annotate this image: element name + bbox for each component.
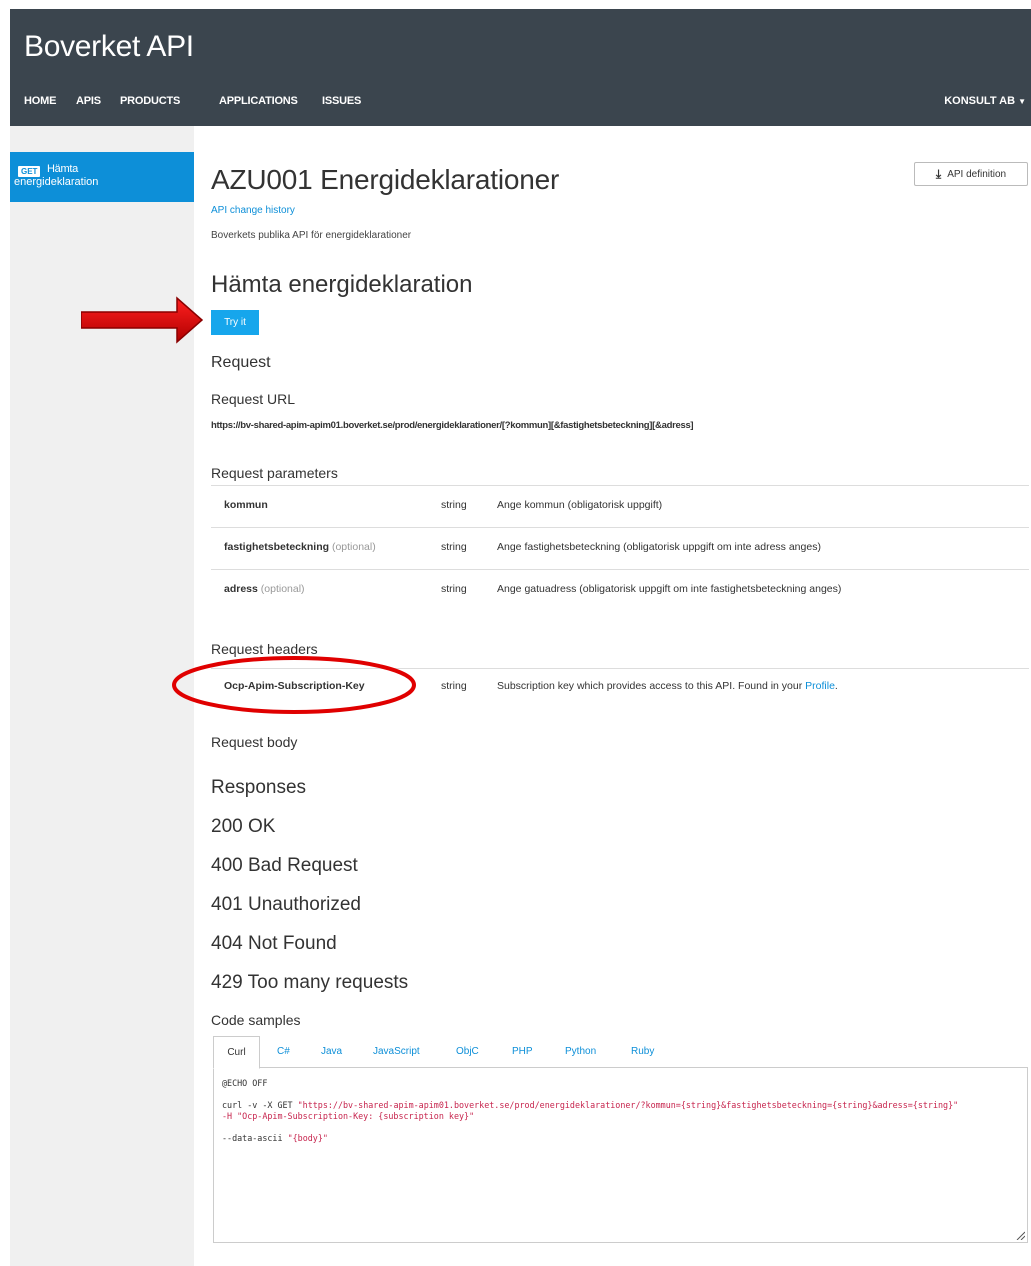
code-header-line: -H "Ocp-Apim-Subscription-Key: {subscrip… (222, 1111, 475, 1121)
code-url-string: "https://bv-shared-apim-apim01.boverket.… (297, 1100, 959, 1110)
header-description-text: Subscription key which provides access t… (497, 680, 806, 692)
nav-issues[interactable]: ISSUES (322, 95, 361, 107)
table-row: fastighetsbeteckning (optional) string A… (211, 527, 1029, 569)
table-row: adress (optional) string Ange gatuadress… (211, 569, 1029, 611)
code-sample-textarea[interactable]: @ECHO OFF curl -v -X GET "https://bv-sha… (213, 1067, 1028, 1243)
param-description: Ange gatuadress (obligatorisk uppgift om… (497, 583, 842, 595)
top-header: Boverket API HOME APIS PRODUCTS APPLICAT… (10, 9, 1031, 126)
tab-python[interactable]: Python (565, 1046, 596, 1057)
request-body-heading: Request body (211, 734, 298, 750)
annotation-arrow-icon (81, 296, 203, 344)
code-sample-tabs: Curl C# Java JavaScript ObjC PHP Python … (211, 1036, 1028, 1069)
code-line-echo: @ECHO OFF (222, 1078, 268, 1088)
param-description: Ange kommun (obligatorisk uppgift) (497, 499, 663, 511)
param-type: string (441, 541, 467, 553)
nav-applications[interactable]: APPLICATIONS (219, 95, 298, 107)
sidebar-item-label-line2: energideklaration (14, 176, 99, 188)
param-description: Ange fastighetsbeteckning (obligatorisk … (497, 541, 821, 553)
api-definition-label: API definition (947, 168, 1007, 180)
tab-curl[interactable]: Curl (213, 1036, 260, 1069)
param-type: string (441, 583, 467, 595)
response-429[interactable]: 429 Too many requests (211, 972, 408, 994)
tab-ruby[interactable]: Ruby (631, 1046, 654, 1057)
param-optional: (optional) (331, 541, 376, 553)
nav-home[interactable]: HOME (24, 95, 56, 107)
nav-products[interactable]: PRODUCTS (120, 95, 180, 107)
request-url-heading: Request URL (211, 391, 296, 407)
annotation-ellipse-icon (172, 656, 416, 714)
param-name-text: kommun (224, 499, 268, 511)
header-type: string (441, 680, 467, 692)
tab-java[interactable]: Java (321, 1046, 342, 1057)
request-parameters-table: kommun string Ange kommun (obligatorisk … (211, 485, 1029, 611)
param-type: string (441, 499, 467, 511)
table-row: kommun string Ange kommun (obligatorisk … (211, 485, 1029, 527)
param-name: kommun (224, 499, 268, 511)
param-name-text: fastighetsbeteckning (224, 541, 330, 553)
request-parameters-heading: Request parameters (211, 465, 338, 481)
api-title: AZU001 Energideklarationer (211, 164, 560, 195)
user-menu[interactable]: KONSULT AB ▼ (944, 95, 1026, 107)
param-optional: (optional) (260, 583, 305, 595)
download-icon: ⤓ (935, 166, 942, 181)
response-400[interactable]: 400 Bad Request (211, 855, 358, 877)
api-change-history-link[interactable]: API change history (211, 205, 295, 216)
resize-grip-icon[interactable] (1015, 1230, 1025, 1240)
api-description: Boverkets publika API för energideklarat… (211, 230, 412, 241)
param-name: adress (optional) (224, 583, 305, 595)
header-description-suffix: . (834, 680, 838, 692)
sidebar-item-label-line1: Hämta (47, 163, 78, 175)
tab-php[interactable]: PHP (512, 1046, 533, 1057)
code-curl-command: curl -v -X GET (222, 1100, 298, 1110)
tab-objc[interactable]: ObjC (456, 1046, 479, 1057)
tab-csharp[interactable]: C# (277, 1046, 290, 1057)
code-body-string: "{body}" (287, 1133, 328, 1143)
param-name-text: adress (224, 583, 258, 595)
code-samples-heading: Code samples (211, 1012, 301, 1028)
sidebar-item-hamta-energideklaration[interactable]: GET Hämta energideklaration (10, 152, 194, 202)
response-404[interactable]: 404 Not Found (211, 933, 337, 955)
main-nav: HOME APIS PRODUCTS APPLICATIONS ISSUES K… (10, 95, 1031, 115)
tab-javascript[interactable]: JavaScript (373, 1046, 420, 1057)
sidebar-item-label: Hämta (47, 162, 187, 176)
user-menu-label: KONSULT AB (944, 95, 1016, 107)
caret-down-icon: ▼ (1018, 97, 1026, 106)
try-it-button[interactable]: Try it (211, 310, 259, 335)
request-heading: Request (211, 354, 271, 371)
param-name: fastighetsbeteckning (optional) (224, 541, 376, 553)
api-definition-button[interactable]: ⤓ API definition (914, 162, 1028, 186)
code-data-flag: --data-ascii (222, 1133, 288, 1143)
nav-apis[interactable]: APIS (76, 95, 101, 107)
response-200[interactable]: 200 OK (211, 816, 275, 838)
response-401[interactable]: 401 Unauthorized (211, 894, 361, 916)
operation-title: Hämta energideklaration (211, 271, 473, 298)
code-sample-content: @ECHO OFF curl -v -X GET "https://bv-sha… (222, 1078, 1019, 1144)
request-url: https://bv-shared-apim-apim01.boverket.s… (211, 420, 694, 431)
header-description: Subscription key which provides access t… (497, 680, 838, 692)
responses-heading: Responses (211, 777, 307, 798)
brand-title[interactable]: Boverket API (24, 30, 194, 64)
profile-link[interactable]: Profile (805, 680, 835, 692)
